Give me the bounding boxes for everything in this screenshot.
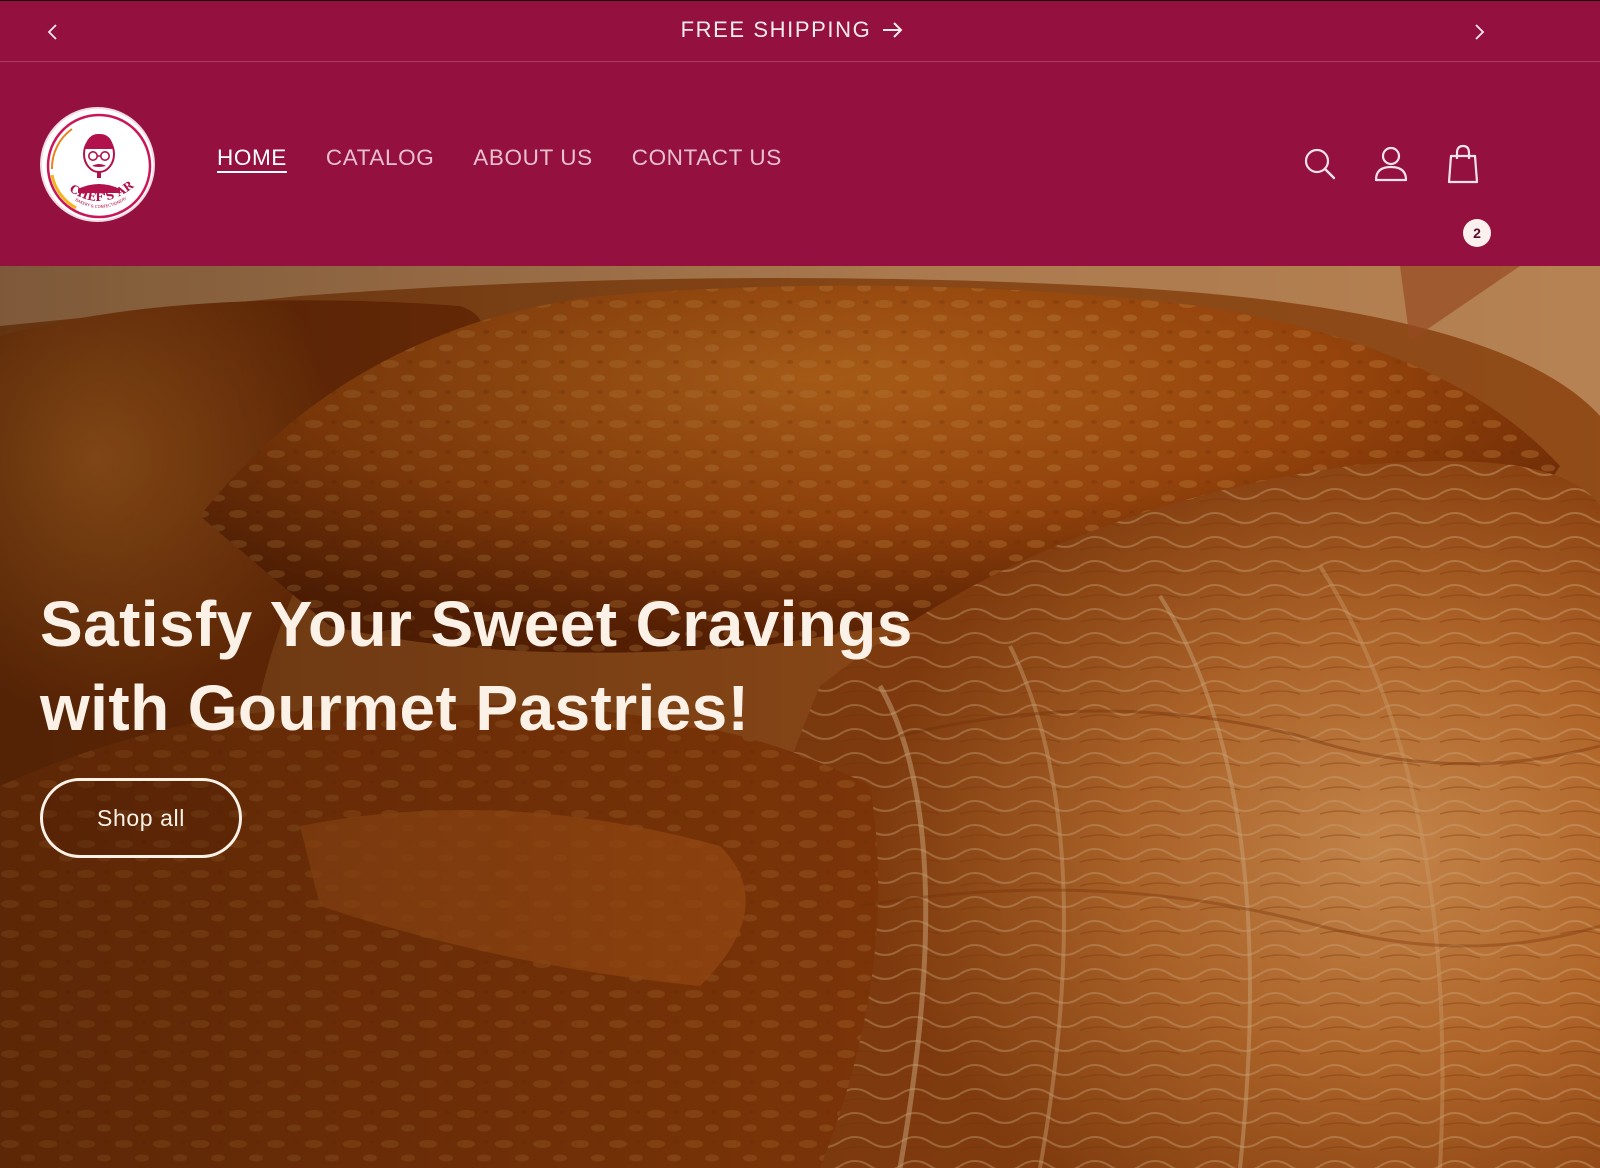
- nav-catalog[interactable]: CATALOG: [326, 146, 434, 170]
- hero-banner: Satisfy Your Sweet Cravings with Gourmet…: [0, 266, 1600, 1168]
- cart-count-badge: 2: [1463, 219, 1491, 247]
- site-logo[interactable]: CHEF'S ART BAKERY & CONFECTIONERY: [40, 107, 155, 222]
- nav-home[interactable]: HOME: [217, 146, 287, 170]
- announcement-link[interactable]: FREE SHIPPING: [0, 17, 1600, 43]
- hero-title-line1: Satisfy Your Sweet Cravings: [40, 588, 913, 660]
- cart-icon: [1447, 144, 1479, 184]
- shop-all-button[interactable]: Shop all: [40, 778, 242, 858]
- main-nav: HOME CATALOG ABOUT US CONTACT US: [217, 146, 782, 170]
- account-icon: [1374, 146, 1408, 182]
- chef-logo-icon: CHEF'S ART BAKERY & CONFECTIONERY: [42, 109, 152, 219]
- nav-contact-us[interactable]: CONTACT US: [632, 146, 782, 170]
- announcement-bar: FREE SHIPPING: [0, 0, 1600, 62]
- account-button[interactable]: [1369, 142, 1413, 186]
- hero-title-line2: with Gourmet Pastries!: [40, 672, 750, 744]
- announcement-next-button[interactable]: [1462, 15, 1496, 49]
- cart-button[interactable]: [1441, 142, 1485, 186]
- chevron-right-icon: [1475, 24, 1485, 40]
- hero-title: Satisfy Your Sweet Cravings with Gourmet…: [40, 582, 1020, 750]
- search-button[interactable]: [1298, 142, 1342, 186]
- search-icon: [1304, 148, 1336, 180]
- arrow-right-icon: [883, 22, 903, 38]
- site-header: CHEF'S ART BAKERY & CONFECTIONERY HOME C…: [0, 62, 1600, 266]
- announcement-text: FREE SHIPPING: [680, 17, 872, 42]
- nav-about-us[interactable]: ABOUT US: [473, 146, 592, 170]
